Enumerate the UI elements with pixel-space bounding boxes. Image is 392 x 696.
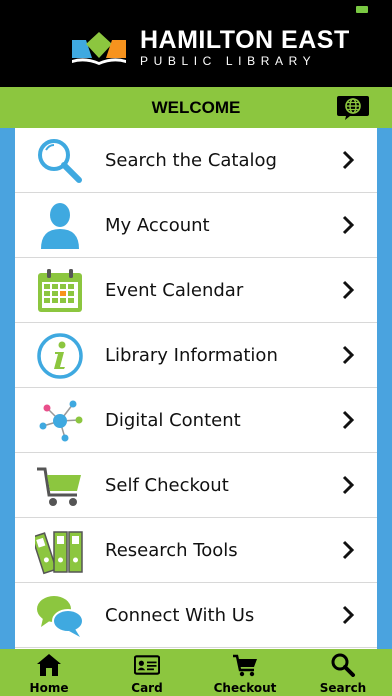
card-icon xyxy=(134,655,160,675)
cart-icon xyxy=(35,461,85,511)
menu-item-label: Event Calendar xyxy=(105,279,244,301)
tab-home[interactable]: Home xyxy=(0,649,98,696)
menu-item-label: Self Checkout xyxy=(105,474,229,496)
cart-icon xyxy=(233,654,257,677)
menu-item-label: Search the Catalog xyxy=(105,149,277,171)
magnifier-icon xyxy=(35,136,85,186)
logo-title: HAMILTON EAST xyxy=(140,26,350,54)
tab-search[interactable]: Search xyxy=(294,649,392,696)
menu-item-search-catalog[interactable]: Search the Catalog xyxy=(15,128,377,193)
chevron-right-icon xyxy=(342,345,355,365)
tab-label: Checkout xyxy=(213,681,277,695)
book-logo-icon xyxy=(72,32,126,65)
home-icon xyxy=(37,654,61,676)
chevron-right-icon xyxy=(342,605,355,625)
menu-item-self-checkout[interactable]: Self Checkout xyxy=(15,453,377,518)
globe-icon xyxy=(337,96,369,120)
menu-item-library-information[interactable]: Library Information xyxy=(15,323,377,388)
welcome-bar: WELCOME xyxy=(0,87,392,128)
menu-item-event-calendar[interactable]: Event Calendar xyxy=(15,258,377,323)
tab-checkout[interactable]: Checkout xyxy=(196,649,294,696)
chevron-right-icon xyxy=(342,540,355,560)
speech-bubbles-icon xyxy=(35,591,85,641)
menu-item-label: Connect With Us xyxy=(105,604,255,626)
network-icon xyxy=(35,396,85,446)
main-content: Search the Catalog My Account Event Cale… xyxy=(0,128,392,649)
chevron-right-icon xyxy=(342,215,355,235)
binders-icon xyxy=(35,526,85,576)
person-icon xyxy=(35,201,85,251)
menu-item-connect-with-us[interactable]: Connect With Us xyxy=(15,583,377,648)
menu-item-label: Research Tools xyxy=(105,539,238,561)
language-button[interactable] xyxy=(336,94,370,121)
tab-label: Search xyxy=(319,681,367,695)
chevron-right-icon xyxy=(342,150,355,170)
menu-item-my-account[interactable]: My Account xyxy=(15,193,377,258)
menu-item-digital-content[interactable]: Digital Content xyxy=(15,388,377,453)
bottom-tab-bar: Home Card Checkout Search xyxy=(0,649,392,696)
library-logo: HAMILTON EAST PUBLIC LIBRARY xyxy=(72,28,350,68)
chevron-right-icon xyxy=(342,475,355,495)
tab-label: Home xyxy=(29,681,69,695)
calendar-icon xyxy=(35,266,85,316)
logo-subtitle: PUBLIC LIBRARY xyxy=(140,54,317,68)
menu-item-research-tools[interactable]: Research Tools xyxy=(15,518,377,583)
info-icon xyxy=(35,331,85,381)
battery-icon xyxy=(356,6,368,13)
menu-item-label: Digital Content xyxy=(105,409,241,431)
tab-label: Card xyxy=(131,681,163,695)
menu-item-label: Library Information xyxy=(105,344,278,366)
tab-card[interactable]: Card xyxy=(98,649,196,696)
chevron-right-icon xyxy=(342,410,355,430)
app-header: HAMILTON EAST PUBLIC LIBRARY xyxy=(0,0,392,87)
page-title: WELCOME xyxy=(151,98,241,117)
menu-list: Search the Catalog My Account Event Cale… xyxy=(15,128,377,649)
chevron-right-icon xyxy=(342,280,355,300)
menu-item-label: My Account xyxy=(105,214,210,236)
search-icon xyxy=(331,653,355,677)
